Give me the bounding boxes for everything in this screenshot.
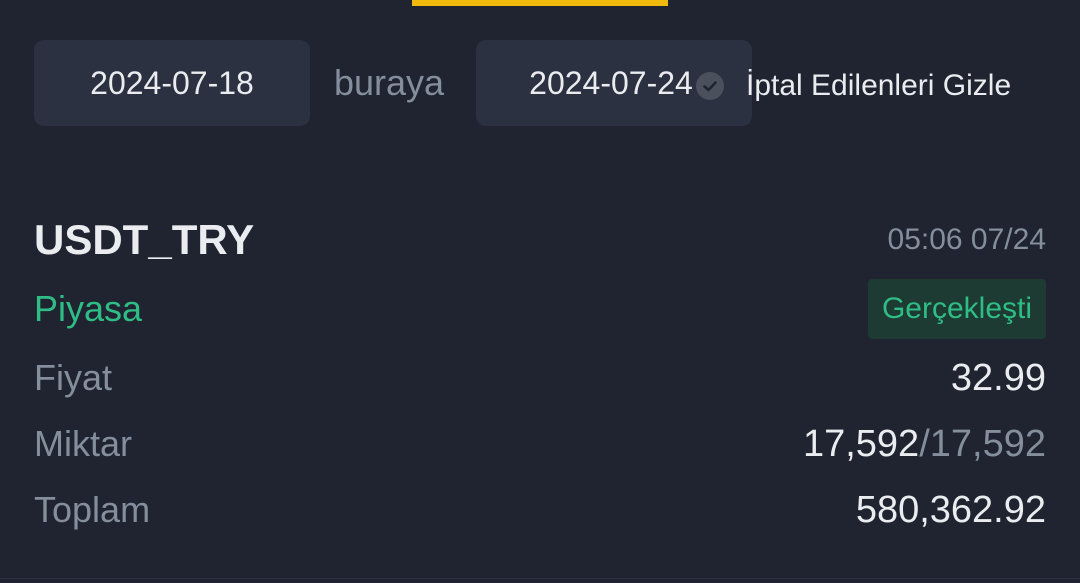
hide-cancelled-toggle[interactable]: İptal Edilenleri Gizle (696, 66, 1011, 106)
order-time: 05:06 07/24 (887, 223, 1046, 256)
amount-separator: / (919, 422, 930, 465)
amount-filled: 17,592 (802, 422, 920, 465)
amount-row: Miktar 17,592/17,592 (34, 411, 1046, 477)
total-value: 580,362.92 (855, 488, 1046, 531)
order-card[interactable]: USDT_TRY 05:06 07/24 Piyasa Gerçekleşti … (34, 210, 1046, 543)
order-header: USDT_TRY 05:06 07/24 (34, 210, 1046, 270)
order-type-row: Piyasa Gerçekleşti (34, 279, 1046, 339)
order-symbol: USDT_TRY (34, 216, 255, 263)
total-row: Toplam 580,362.92 (34, 477, 1046, 543)
active-tab-indicator (412, 0, 668, 6)
status-badge: Gerçekleşti (867, 279, 1046, 339)
date-range-separator: buraya (334, 62, 445, 103)
amount-label: Miktar (34, 423, 132, 464)
amount-value: 17,592/17,592 (803, 423, 1046, 466)
price-label: Fiyat (34, 357, 113, 398)
amount-total: 17,592 (929, 422, 1046, 465)
price-value: 32.99 (950, 356, 1046, 399)
divider (0, 578, 1080, 579)
total-label: Toplam (34, 489, 151, 530)
hide-cancelled-label: İptal Edilenleri Gizle (746, 69, 1012, 102)
price-row: Fiyat 32.99 (34, 345, 1046, 411)
order-type: Piyasa (34, 288, 143, 329)
start-date-value: 2024-07-18 (90, 64, 254, 101)
end-date-value: 2024-07-24 (529, 64, 693, 101)
start-date-picker[interactable]: 2024-07-18 (34, 40, 310, 126)
check-circle-icon[interactable] (696, 72, 724, 100)
